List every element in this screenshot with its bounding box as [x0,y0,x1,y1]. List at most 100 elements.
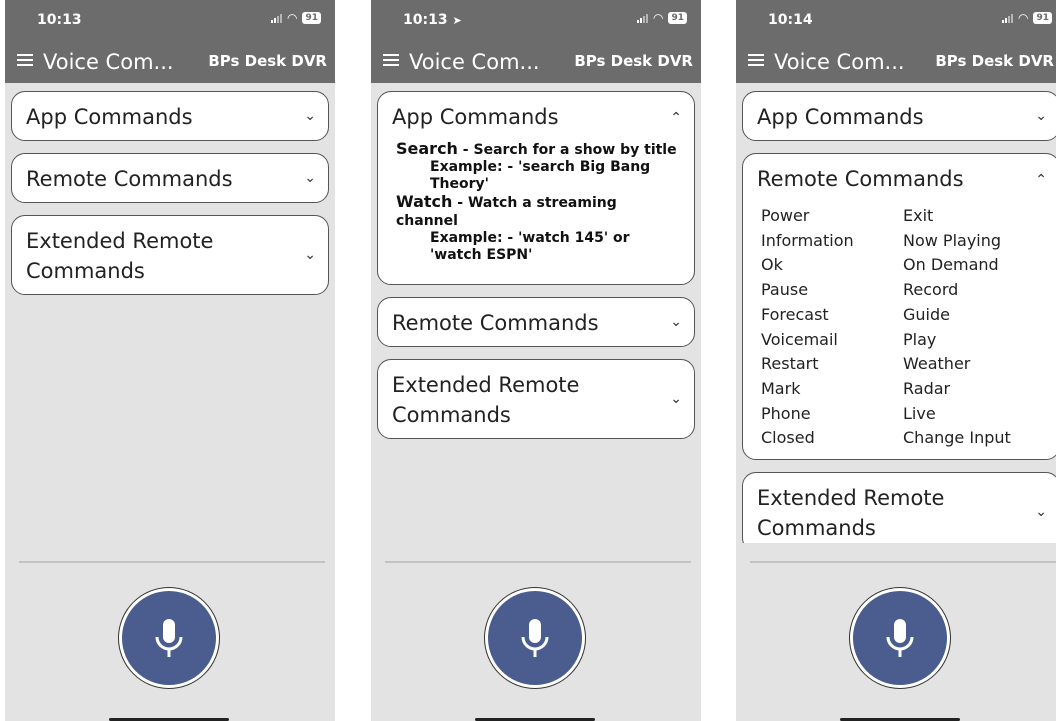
app-bar: Voice Com... BPs Desk DVR [736,40,1056,83]
hamburger-menu-icon[interactable] [17,54,33,66]
chevron-up-icon: ⌃ [670,110,682,126]
signal-icon [636,13,648,23]
section-extended-remote-commands[interactable]: Extended Remote Commands ⌄ [742,472,1056,543]
mic-button[interactable] [485,588,585,688]
section-title: Remote Commands [392,311,599,335]
section-header[interactable]: Remote Commands ⌄ [378,298,694,346]
chevron-down-icon: ⌄ [1035,108,1047,124]
chevron-down-icon: ⌄ [304,247,316,263]
remote-command: Ok [761,255,783,275]
remote-command: Forecast [761,304,829,324]
section-title: Remote Commands [757,167,964,191]
app-bar: Voice Com... BPs Desk DVR [371,40,701,83]
status-icons: ◠ 91 [636,11,687,25]
wifi-icon: ◠ [652,11,664,25]
device-name[interactable]: BPs Desk DVR [574,52,693,70]
remote-command: Closed [761,428,815,448]
remote-command: Mark [761,378,801,398]
section-extended-remote-commands[interactable]: Extended Remote Commands ⌄ [11,215,329,295]
app-bar: Voice Com... BPs Desk DVR [5,40,335,83]
section-header[interactable]: Remote Commands ⌃ [743,154,1056,202]
section-header[interactable]: App Commands ⌃ [378,92,694,140]
section-extended-remote-commands[interactable]: Extended Remote Commands ⌄ [377,359,695,439]
remote-command: Power [761,206,810,225]
section-title: App Commands [757,105,924,129]
sections-list: App Commands ⌄ Remote Commands ⌄ Extende… [11,91,335,307]
signal-icon [270,13,282,23]
chevron-down-icon: ⌄ [670,391,682,407]
status-icons: ◠ 91 [1001,11,1052,25]
battery-icon: 91 [302,12,321,24]
section-header[interactable]: Extended Remote Commands ⌄ [743,473,1056,543]
wifi-icon: ◠ [286,11,298,25]
command-item: Watch - Watch a streaming channel [396,192,617,230]
wifi-icon: ◠ [1017,11,1029,25]
remote-command: Weather [903,354,971,374]
command-example: Example: - 'watch 145' or 'watch ESPN' [430,230,630,263]
remote-command: Record [903,280,959,300]
section-app-commands[interactable]: App Commands ⌄ [742,91,1056,141]
section-app-commands[interactable]: App Commands ⌃ Search - Search for a sho… [377,91,695,285]
remote-command: Now Playing [903,230,1002,250]
remote-command: Radar [903,378,951,398]
remote-command: Change Input [903,428,1011,448]
status-time: 10:13 [37,12,82,28]
section-remote-commands[interactable]: Remote Commands ⌄ [377,297,695,347]
signal-icon [1001,13,1013,23]
mic-button[interactable] [119,588,219,688]
chevron-down-icon: ⌄ [670,314,682,330]
section-header[interactable]: App Commands ⌄ [12,92,328,140]
page-title: Voice Com... [774,50,905,74]
device-name[interactable]: BPs Desk DVR [935,52,1054,70]
microphone-icon [155,619,183,657]
remote-command: Guide [903,304,950,324]
remote-command: Restart [761,354,819,374]
battery-icon: 91 [1033,12,1052,24]
app-commands-list: Search - Search for a show by title Exam… [378,140,694,284]
section-title: Extended Remote Commands [757,486,945,541]
section-header[interactable]: Extended Remote Commands ⌄ [12,216,328,294]
divider [750,561,1056,563]
section-header[interactable]: Remote Commands ⌄ [12,154,328,202]
chevron-down-icon: ⌄ [304,108,316,124]
remote-command: Exit [903,206,934,225]
divider [19,561,325,563]
chevron-up-icon: ⌃ [1035,172,1047,188]
section-title: App Commands [26,105,193,129]
hamburger-menu-icon[interactable] [383,54,399,66]
section-remote-commands[interactable]: Remote Commands ⌃ Power Exit Information… [742,153,1056,461]
section-header[interactable]: App Commands ⌄ [743,92,1056,140]
section-title: App Commands [392,105,559,129]
sections-list: App Commands ⌄ Remote Commands ⌃ Power E… [742,91,1056,543]
command-item: Search - Search for a show by title [396,139,677,159]
page-title: Voice Com... [409,50,540,74]
chevron-down-icon: ⌄ [1035,504,1047,521]
section-app-commands[interactable]: App Commands ⌄ [11,91,329,141]
remote-command: On Demand [903,255,999,275]
device-name[interactable]: BPs Desk DVR [208,52,327,70]
status-time: 10:14 [768,12,813,28]
remote-command: Information [761,230,854,250]
remote-command: Live [903,403,936,423]
hamburger-menu-icon[interactable] [748,54,764,66]
remote-command: Play [903,329,937,349]
section-title: Remote Commands [26,167,233,191]
section-remote-commands[interactable]: Remote Commands ⌄ [11,153,329,203]
phone-screen-3: 10:14 ◠ 91 Voice Com... BPs Desk DVR App… [736,0,1056,721]
location-arrow-icon: ➤ [452,14,462,27]
status-bar: 10:13 ◠ 91 [5,0,335,40]
section-header[interactable]: Extended Remote Commands ⌄ [378,360,694,438]
mic-button[interactable] [850,588,950,688]
status-bar: 10:13 ➤ ◠ 91 [371,0,701,40]
remote-commands-grid: Power Exit Information Now Playing Ok On… [743,202,1056,459]
divider [385,561,691,563]
microphone-icon [521,619,549,657]
status-bar: 10:14 ◠ 91 [736,0,1056,40]
phone-screen-2: 10:13 ➤ ◠ 91 Voice Com... BPs Desk DVR A… [371,0,701,721]
section-title: Extended Remote Commands [392,373,580,427]
microphone-icon [886,619,914,657]
battery-icon: 91 [668,12,687,24]
remote-command: Voicemail [761,329,838,349]
sections-list: App Commands ⌃ Search - Search for a sho… [377,91,701,451]
remote-command: Pause [761,280,809,300]
